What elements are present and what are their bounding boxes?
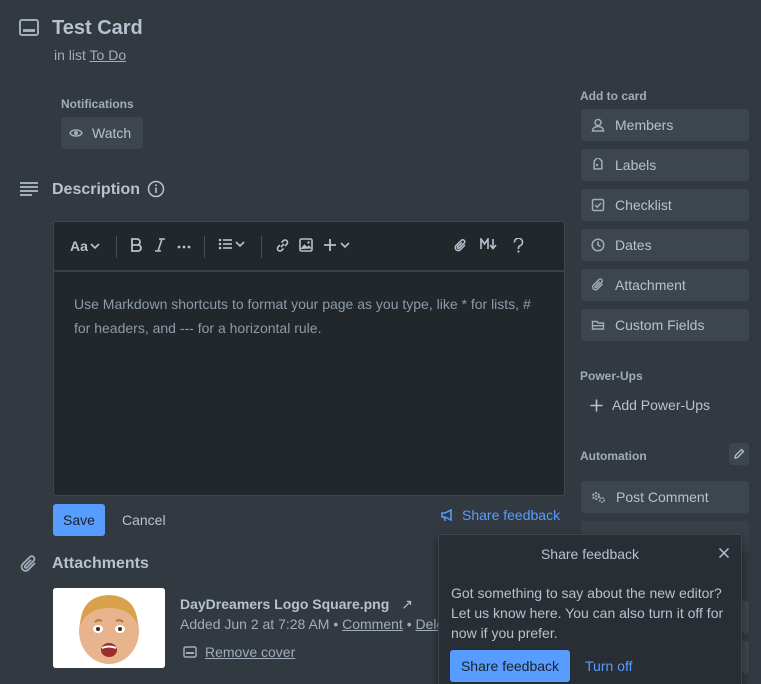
list-dropdown[interactable]	[218, 238, 245, 250]
watch-button[interactable]: Watch	[61, 117, 143, 149]
card-list-info: in list To Do	[54, 47, 127, 63]
help-icon[interactable]	[513, 238, 524, 253]
editor-placeholder: Use Markdown shortcuts to format your pa…	[74, 296, 531, 336]
custom-fields-icon	[591, 319, 605, 331]
description-heading: Description	[52, 181, 141, 198]
popup-share-feedback-button[interactable]: Share feedback	[450, 650, 570, 682]
pencil-icon	[733, 448, 745, 460]
attachments-heading: Attachments	[52, 555, 149, 572]
sidebar-dates-button[interactable]: Dates	[581, 229, 749, 261]
sidebar-custom-fields-button[interactable]: Custom Fields	[581, 309, 749, 341]
paperclip-icon	[19, 554, 39, 574]
checkbox-icon	[591, 198, 605, 212]
card-cover-icon	[183, 646, 197, 658]
external-link-icon[interactable]: ↗	[401, 596, 413, 612]
sidebar-members-button[interactable]: Members	[581, 109, 749, 141]
description-editor[interactable]: Aa Use Markdown shortcuts to format your…	[53, 221, 565, 496]
add-power-ups-button[interactable]: Add Power-Ups	[590, 397, 710, 413]
sidebar-labels-button[interactable]: Labels	[581, 149, 749, 181]
eye-icon	[69, 127, 83, 139]
attachment-filename[interactable]: DayDreamers Logo Square.png ↗	[180, 596, 413, 613]
chevron-down-icon	[90, 242, 100, 250]
more-formatting-icon[interactable]	[177, 245, 191, 249]
comment-link[interactable]: Comment	[342, 616, 403, 632]
attach-icon[interactable]	[453, 238, 468, 254]
share-feedback-popup: Share feedback Got something to say abou…	[438, 534, 742, 684]
attachment-meta: Added Jun 2 at 7:28 AM • Comment • Dele	[180, 616, 445, 632]
card-icon	[19, 19, 39, 37]
popup-title: Share feedback	[540, 546, 640, 562]
tag-icon	[591, 158, 605, 172]
link-icon[interactable]	[275, 238, 290, 253]
power-ups-label: Power-Ups	[580, 369, 643, 383]
italic-icon[interactable]	[154, 238, 166, 252]
megaphone-icon	[440, 508, 454, 522]
text-style-dropdown[interactable]: Aa	[70, 238, 100, 254]
notifications-label: Notifications	[61, 97, 134, 111]
person-icon	[591, 118, 605, 132]
cancel-button[interactable]: Cancel	[122, 512, 166, 528]
edit-automation-button[interactable]	[729, 443, 749, 465]
plus-icon	[590, 399, 603, 412]
chevron-down-icon	[340, 241, 350, 249]
card-title[interactable]: Test Card	[52, 17, 143, 40]
sidebar-attachment-button[interactable]: Attachment	[581, 269, 749, 301]
automation-label: Automation	[580, 449, 647, 463]
close-icon[interactable]	[718, 547, 730, 559]
gears-icon	[591, 490, 606, 504]
popup-turn-off-button[interactable]: Turn off	[585, 658, 632, 674]
markdown-icon[interactable]	[480, 238, 498, 250]
sidebar-checklist-button[interactable]: Checklist	[581, 189, 749, 221]
post-comment-button[interactable]: Post Comment	[581, 481, 749, 513]
popup-body: Got something to say about the new edito…	[451, 585, 724, 641]
image-icon[interactable]	[299, 238, 313, 252]
share-feedback-link[interactable]: Share feedback	[440, 507, 560, 523]
add-to-card-label: Add to card	[580, 89, 647, 103]
editor-toolbar: Aa	[54, 222, 564, 272]
chevron-down-icon	[235, 240, 245, 248]
face-image	[53, 588, 165, 668]
attachment-thumbnail[interactable]	[53, 588, 165, 668]
list-link[interactable]: To Do	[90, 47, 127, 63]
bullet-list-icon	[218, 238, 232, 250]
description-icon	[19, 181, 39, 197]
paperclip-icon	[591, 278, 605, 292]
save-button[interactable]: Save	[53, 504, 105, 536]
info-icon[interactable]	[147, 180, 165, 198]
plus-icon	[323, 238, 337, 252]
insert-dropdown[interactable]	[323, 238, 350, 252]
clock-icon	[591, 238, 605, 252]
bold-icon[interactable]	[130, 238, 142, 252]
remove-cover-link[interactable]: Remove cover	[183, 644, 295, 660]
